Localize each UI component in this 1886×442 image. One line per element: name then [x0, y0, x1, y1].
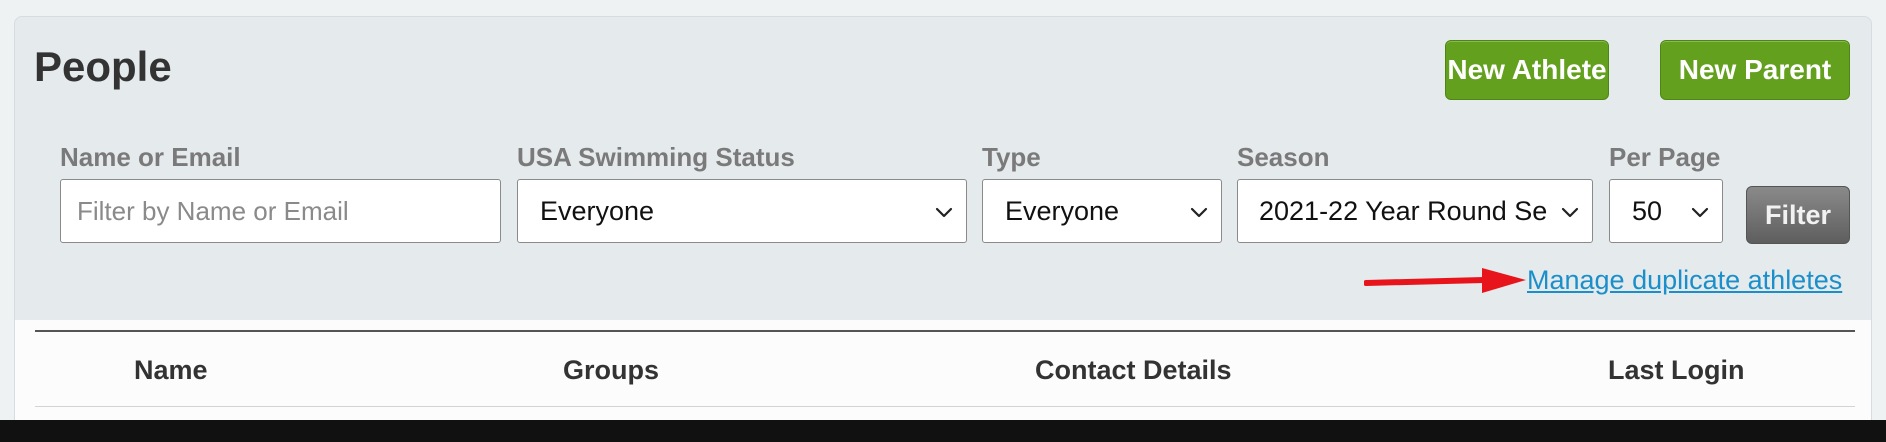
page-title: People — [34, 43, 172, 90]
chevron-down-icon — [1691, 207, 1709, 218]
column-header-groups[interactable]: Groups — [563, 354, 659, 386]
season-select[interactable]: 2021-22 Year Round Sea — [1237, 179, 1593, 243]
new-athlete-button[interactable]: New Athlete — [1445, 40, 1609, 100]
usa-status-label: USA Swimming Status — [517, 142, 795, 172]
column-header-contact-details[interactable]: Contact Details — [1035, 354, 1232, 386]
season-value: 2021-22 Year Round Sea — [1259, 195, 1548, 226]
chevron-down-icon — [1190, 207, 1208, 218]
new-parent-button[interactable]: New Parent — [1660, 40, 1850, 100]
table-header-divider — [35, 406, 1855, 407]
type-label: Type — [982, 142, 1041, 172]
usa-status-select[interactable]: Everyone — [517, 179, 967, 243]
per-page-select[interactable]: 50 — [1609, 179, 1723, 243]
name-email-input[interactable] — [60, 179, 501, 243]
manage-duplicates-link[interactable]: Manage duplicate athletes — [1527, 264, 1842, 296]
people-page: People New Athlete New Parent Name or Em… — [0, 0, 1886, 442]
type-value: Everyone — [1005, 195, 1120, 226]
usa-status-value: Everyone — [540, 195, 655, 226]
per-page-label: Per Page — [1609, 142, 1721, 172]
column-header-last-login[interactable]: Last Login — [1608, 354, 1745, 386]
bottom-bar — [0, 420, 1886, 442]
chevron-down-icon — [935, 207, 953, 218]
per-page-value: 50 — [1632, 195, 1663, 226]
column-header-name[interactable]: Name — [134, 354, 208, 386]
red-arrow-icon — [1364, 268, 1526, 293]
season-label: Season — [1237, 142, 1330, 172]
type-select[interactable]: Everyone — [982, 179, 1222, 243]
chevron-down-icon — [1561, 207, 1579, 218]
filter-button[interactable]: Filter — [1746, 186, 1850, 244]
name-email-label: Name or Email — [60, 142, 241, 172]
table-divider — [35, 330, 1855, 332]
